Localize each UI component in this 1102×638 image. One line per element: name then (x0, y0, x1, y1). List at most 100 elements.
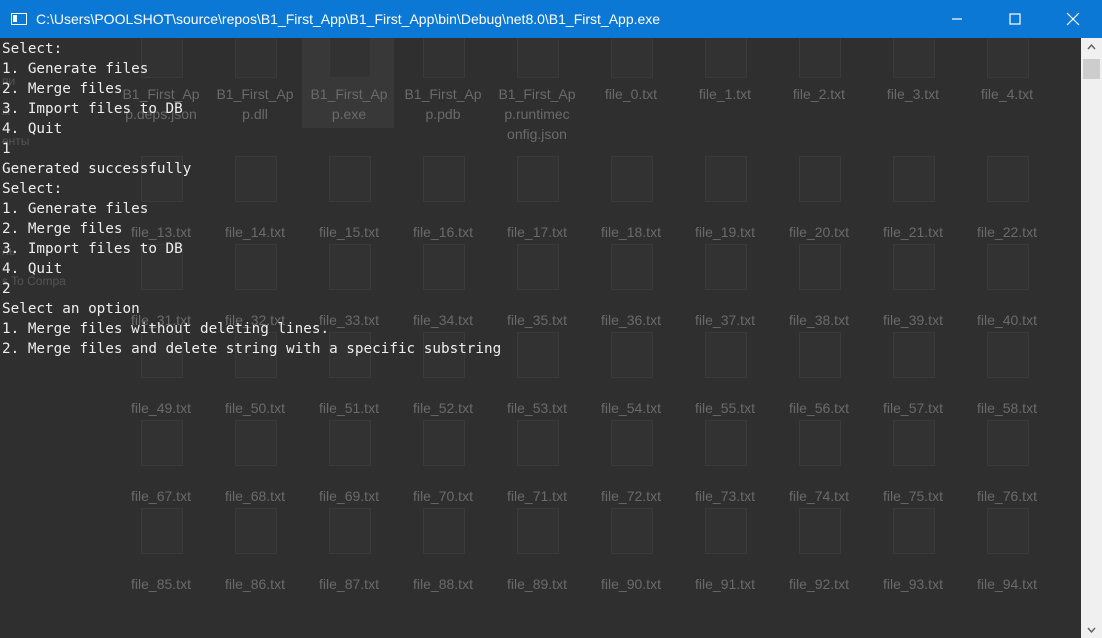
background-file-icon (705, 244, 747, 290)
background-file-label: file_56.txt (789, 400, 849, 416)
background-file-label: file_50.txt (225, 400, 285, 416)
background-file-icon (893, 244, 935, 290)
background-file-icon (705, 38, 747, 78)
background-file-label: file_70.txt (413, 488, 473, 504)
window-controls (928, 0, 1102, 38)
background-file-icon (517, 508, 559, 554)
background-file-label: file_2 (1056, 222, 1081, 242)
background-file-icon (517, 38, 559, 78)
background-file-icon (141, 420, 183, 466)
background-file-icon (799, 332, 841, 378)
background-file-icon (517, 156, 559, 202)
background-file-icon (705, 332, 747, 378)
background-file-label: file_58.txt (977, 400, 1037, 416)
background-file-label: file_53.txt (507, 400, 567, 416)
background-file-icon (141, 508, 183, 554)
background-file-label: file_36.txt (601, 312, 661, 328)
background-file-icon (987, 156, 1029, 202)
background-file-label: file_3.txt (886, 86, 940, 102)
background-file-label: file_69.txt (319, 488, 379, 504)
background-file-icon (423, 420, 465, 466)
background-file-label: file_75.txt (883, 488, 943, 504)
maximize-icon (1009, 13, 1021, 25)
background-file-label: B1_First_Ap p.runtimec onfig.json (498, 86, 576, 142)
background-file-icon (799, 508, 841, 554)
background-file-label: file_87.txt (319, 576, 379, 592)
scroll-thumb[interactable] (1083, 59, 1100, 79)
background-file-icon (987, 332, 1029, 378)
background-file-label: file_88.txt (413, 576, 473, 592)
minimize-button[interactable] (928, 0, 986, 38)
console-app-icon (11, 13, 27, 25)
chevron-down-icon (1087, 627, 1096, 633)
maximize-button[interactable] (986, 0, 1044, 38)
background-file-label: file_1.txt (698, 86, 752, 102)
background-file-icon (987, 420, 1029, 466)
background-file-label: file_91.txt (695, 576, 755, 592)
background-file-icon (517, 420, 559, 466)
background-file-icon (611, 38, 653, 78)
background-file-label: file_89.txt (507, 576, 567, 592)
background-file-label: file_18.txt (601, 224, 661, 240)
background-file-label: file_94.txt (977, 576, 1037, 592)
background-file-label: file_17.txt (507, 224, 567, 240)
background-file-icon (799, 420, 841, 466)
background-file-label: file_55.txt (695, 400, 755, 416)
background-file-label: file_90.txt (601, 576, 661, 592)
background-file-label: file_93.txt (883, 576, 943, 592)
background-file-icon (893, 332, 935, 378)
background-file-label: file_0.txt (604, 86, 658, 102)
background-file-label: file_72.txt (601, 488, 661, 504)
background-file-label: file_40.txt (977, 312, 1037, 328)
background-file-label: file_5 (1056, 398, 1081, 418)
background-file-icon (987, 508, 1029, 554)
vertical-scrollbar[interactable] (1081, 38, 1102, 638)
background-file-label: file_35.txt (507, 312, 567, 328)
scroll-down-button[interactable] (1081, 621, 1102, 638)
background-file-label: file_68.txt (225, 488, 285, 504)
title-bar[interactable]: C:\Users\POOLSHOT\source\repos\B1_First_… (0, 0, 1102, 38)
window-title: C:\Users\POOLSHOT\source\repos\B1_First_… (36, 11, 661, 27)
background-file-label: file_76.txt (977, 488, 1037, 504)
background-file-icon (235, 420, 277, 466)
background-file-icon (705, 156, 747, 202)
background-file-label: file_20.txt (789, 224, 849, 240)
background-file-icon (329, 420, 371, 466)
background-file-label: file_38.txt (789, 312, 849, 328)
background-file-label: file_92.txt (789, 576, 849, 592)
background-file-icon (799, 38, 841, 78)
background-file-label: file_22.txt (977, 224, 1037, 240)
background-file-label: file_85.txt (131, 576, 191, 592)
background-file-label: file_71.txt (507, 488, 567, 504)
background-file-icon (799, 156, 841, 202)
background-file-icon (517, 332, 559, 378)
background-file-icon (517, 244, 559, 290)
console-area[interactable]: B1_First_Ap p.deps.json B1_First_Ap p.dll… (0, 38, 1081, 638)
scroll-up-button[interactable] (1081, 38, 1102, 55)
minimize-icon (952, 18, 962, 20)
background-file-label: file_52.txt (413, 400, 473, 416)
background-file-label: file_67.txt (131, 488, 191, 504)
background-file-icon (987, 244, 1029, 290)
background-file-label: file_73.txt (695, 488, 755, 504)
background-file-label: file_86.txt (225, 576, 285, 592)
background-file-label: file_19.txt (695, 224, 755, 240)
background-file-icon (611, 508, 653, 554)
close-icon (1066, 12, 1080, 26)
background-file-label: file_4 (1056, 310, 1081, 330)
close-button[interactable] (1044, 0, 1102, 38)
background-file-icon (893, 508, 935, 554)
background-file-icon (235, 508, 277, 554)
background-file-label: file_57.txt (883, 400, 943, 416)
background-file-icon (611, 420, 653, 466)
background-file-icon (705, 420, 747, 466)
background-file-label: file_21.txt (883, 224, 943, 240)
background-file-label: file_51.txt (319, 400, 379, 416)
background-file-icon (893, 156, 935, 202)
background-file-label: file_49.txt (131, 400, 191, 416)
background-file-icon (329, 508, 371, 554)
console-output: Select: 1. Generate files 2. Merge files… (2, 41, 502, 357)
background-file-icon (799, 244, 841, 290)
background-file-icon (893, 38, 935, 78)
background-file-label: file_37.txt (695, 312, 755, 328)
